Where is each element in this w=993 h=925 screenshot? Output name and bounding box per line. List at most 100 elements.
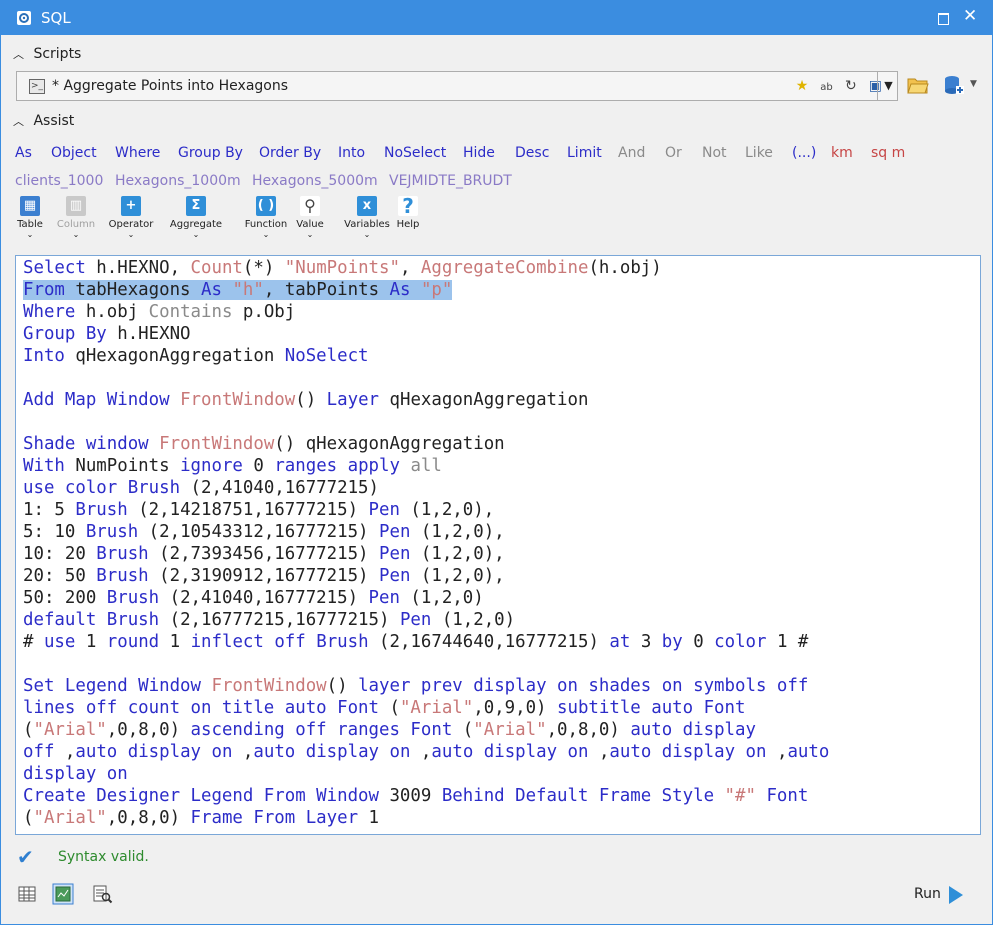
operator-toolbar-button[interactable]: + Operator ⌄ [107, 196, 155, 239]
script-icon: >_ [29, 79, 45, 94]
restore-icon[interactable] [938, 13, 949, 25]
assist-section-label: Assist [33, 113, 75, 129]
code-line: Group By h.HEXNO [23, 324, 191, 344]
script-name: * Aggregate Points into Hexagons [52, 78, 289, 94]
keyword-group-by[interactable]: Group By [178, 145, 243, 161]
keyword-order-by[interactable]: Order By [259, 145, 321, 161]
chevron-up-icon: ︿ [13, 48, 24, 61]
keyword-hide[interactable]: Hide [463, 145, 495, 161]
code-line: Create Designer Legend From Window 3009 … [23, 786, 809, 806]
sql-window: SQL ✕ ︿ Scripts >_ * Aggregate Points in… [0, 0, 993, 925]
code-line: display on [23, 764, 128, 784]
code-line: 50: 200 Brush (2,41040,16777215) Pen (1,… [23, 588, 484, 608]
chevron-down-icon[interactable]: ▼ [970, 79, 977, 89]
magnifier-icon: ⚲ [300, 196, 320, 216]
table-link-vejmidte-brudt[interactable]: VEJMIDTE_BRUDT [389, 173, 512, 189]
code-line: 5: 10 Brush (2,10543312,16777215) Pen (1… [23, 522, 505, 542]
script-selector[interactable]: >_ * Aggregate Points into Hexagons ★ ab… [16, 71, 898, 101]
sigma-icon: Σ [186, 196, 206, 216]
sql-code[interactable]: Select h.HEXNO, Count(*) "NumPoints", Ag… [23, 257, 829, 829]
code-line: off ,auto display on ,auto display on ,a… [23, 742, 830, 762]
table-view-icon[interactable] [16, 883, 38, 905]
code-line: lines off count on title auto Font ("Ari… [23, 698, 746, 718]
value-toolbar-button[interactable]: ⚲ Value ⌄ [293, 196, 327, 239]
keyword-sq-m[interactable]: sq m [871, 145, 905, 161]
sql-app-icon [17, 11, 31, 25]
column-toolbar-button: ▥ Column ⌄ [55, 196, 97, 239]
table-link-hexagons-5000m[interactable]: Hexagons_5000m [252, 173, 378, 189]
code-line: 1: 5 Brush (2,14218751,16777215) Pen (1,… [23, 500, 495, 520]
keyword-not[interactable]: Not [702, 145, 727, 161]
keyword-object[interactable]: Object [51, 145, 97, 161]
code-line: Where h.obj Contains p.Obj [23, 302, 296, 322]
aggregate-toolbar-label: Aggregate [169, 219, 223, 230]
function-toolbar-button[interactable]: ( ) Function ⌄ [243, 196, 289, 239]
rename-icon[interactable]: ab [816, 82, 836, 93]
refresh-icon[interactable]: ↻ [841, 78, 861, 94]
code-line: Add Map Window FrontWindow() Layer qHexa… [23, 390, 589, 410]
code-line: From tabHexagons As "h", tabPoints As "p… [23, 280, 453, 300]
code-line: default Brush (2,16777215,16777215) Pen … [23, 610, 516, 630]
chevron-down-icon: ⌄ [262, 230, 270, 239]
chevron-down-icon: ⌄ [363, 230, 371, 239]
close-icon[interactable]: ✕ [963, 6, 977, 26]
function-toolbar-label: Function [244, 219, 288, 230]
keyword-as[interactable]: As [15, 145, 32, 161]
chevron-down-icon: ⌄ [26, 230, 34, 239]
keyword-[interactable]: (...) [792, 145, 816, 161]
code-line: Into qHexagonAggregation NoSelect [23, 346, 369, 366]
play-icon [949, 886, 963, 904]
variables-toolbar-label: Variables [344, 219, 390, 230]
code-line: Select h.HEXNO, Count(*) "NumPoints", Ag… [23, 258, 662, 278]
title-bar[interactable]: SQL ✕ [1, 1, 992, 35]
status-message: Syntax valid. [58, 849, 149, 865]
keyword-where[interactable]: Where [115, 145, 160, 161]
help-icon: ? [398, 196, 418, 216]
code-line: Set Legend Window FrontWindow() layer pr… [23, 676, 809, 696]
column-icon: ▥ [66, 196, 86, 216]
chevron-down-icon: ⌄ [72, 230, 80, 239]
code-line: 20: 50 Brush (2,3190912,16777215) Pen (1… [23, 566, 505, 586]
keyword-or[interactable]: Or [665, 145, 682, 161]
window-title: SQL [41, 9, 71, 27]
chevron-up-icon: ︿ [13, 115, 24, 128]
keyword-like[interactable]: Like [745, 145, 773, 161]
table-toolbar-button[interactable]: ▦ Table ⌄ [15, 196, 45, 239]
keyword-noselect[interactable]: NoSelect [384, 145, 446, 161]
code-line: Shade window FrontWindow() qHexagonAggre… [23, 434, 505, 454]
sql-editor[interactable]: Select h.HEXNO, Count(*) "NumPoints", Ag… [15, 255, 981, 835]
keyword-into[interactable]: Into [338, 145, 365, 161]
keyword-and[interactable]: And [618, 145, 645, 161]
help-toolbar-button[interactable]: ? Help [393, 196, 423, 230]
code-line: # use 1 round 1 inflect off Brush (2,167… [23, 632, 809, 652]
checkmark-icon: ✔ [17, 845, 34, 869]
chevron-down-icon[interactable]: ▼ [877, 72, 899, 100]
operator-toolbar-label: Operator [108, 219, 154, 230]
favorite-star-icon[interactable]: ★ [792, 78, 812, 94]
keyword-desc[interactable]: Desc [515, 145, 549, 161]
code-line: 10: 20 Brush (2,7393456,16777215) Pen (1… [23, 544, 505, 564]
database-add-icon[interactable] [943, 75, 965, 95]
run-button[interactable]: Run [914, 886, 963, 904]
table-link-hexagons-1000m[interactable]: Hexagons_1000m [115, 173, 241, 189]
scripts-section-toggle[interactable]: ︿ Scripts [13, 46, 81, 62]
code-line: use color Brush (2,41040,16777215) [23, 478, 379, 498]
aggregate-toolbar-button[interactable]: Σ Aggregate ⌄ [168, 196, 224, 239]
chevron-down-icon: ⌄ [192, 230, 200, 239]
chevron-down-icon: ⌄ [127, 230, 135, 239]
status-bar: ✔ Syntax valid. [17, 845, 317, 869]
keyword-limit[interactable]: Limit [567, 145, 602, 161]
code-line: ("Arial",0,8,0) ascending off ranges Fon… [23, 720, 756, 740]
table-toolbar-label: Table [17, 219, 43, 230]
variables-toolbar-button[interactable]: x Variables ⌄ [343, 196, 391, 239]
query-preview-icon[interactable] [91, 883, 113, 905]
keyword-km[interactable]: km [831, 145, 853, 161]
assist-section-toggle[interactable]: ︿ Assist [13, 113, 74, 129]
run-label: Run [914, 886, 941, 902]
open-folder-icon[interactable] [907, 76, 929, 94]
code-line: ("Arial",0,8,0) Frame From Layer 1 [23, 808, 380, 828]
table-link-clients-1000[interactable]: clients_1000 [15, 173, 103, 189]
map-view-icon[interactable] [52, 883, 74, 905]
operator-icon: + [121, 196, 141, 216]
value-toolbar-label: Value [296, 219, 324, 230]
